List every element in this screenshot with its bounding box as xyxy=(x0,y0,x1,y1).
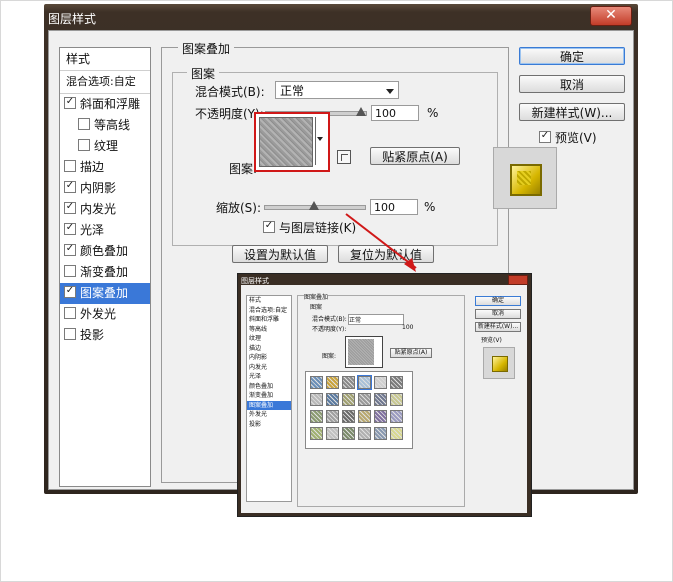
annotation-arrow xyxy=(345,213,417,272)
arrow-line xyxy=(345,213,417,269)
